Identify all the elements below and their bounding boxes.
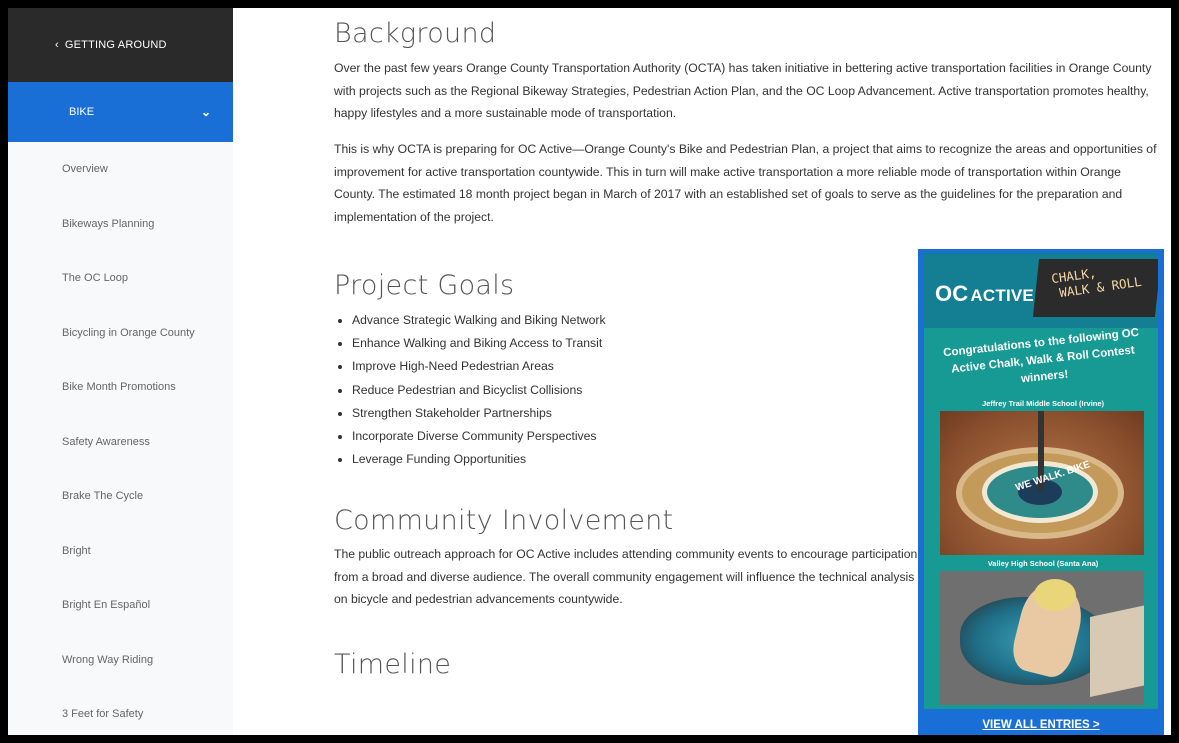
winner-photo-1: WE WALK. BIKE <box>940 411 1144 555</box>
community-involvement-heading: Community Involvement <box>334 505 674 536</box>
list-item: Incorporate Diverse Community Perspectiv… <box>352 425 606 448</box>
sidebar-nav: Overview Bikeways Planning The OC Loop B… <box>8 142 233 735</box>
back-link-getting-around[interactable]: ‹ GETTING AROUND <box>8 8 233 82</box>
sidebar-item-bright[interactable]: Bright <box>8 524 233 579</box>
sidebar-section-bike[interactable]: BIKE ⌄ <box>8 82 233 142</box>
winner-photo-2 <box>940 571 1144 705</box>
congrats-text: Congratulations to the following OC Acti… <box>942 326 1140 386</box>
project-goals-list: Advance Strategic Walking and Biking Net… <box>352 309 606 471</box>
page-frame: ‹ GETTING AROUND BIKE ⌄ Overview Bikeway… <box>8 8 1171 735</box>
sidebar-item-wrong-way-riding[interactable]: Wrong Way Riding <box>8 633 233 688</box>
sidebar-item-bikeways-planning[interactable]: Bikeways Planning <box>8 197 233 252</box>
promo-banner[interactable]: OC ACTIVE CHALK, WALK & ROLL Congratulati… <box>918 249 1164 735</box>
winner-school-2: Valley High School (Santa Ana) <box>987 559 1099 568</box>
background-paragraph-2: This is why OCTA is preparing for OC Act… <box>334 142 1157 224</box>
list-item: Leverage Funding Opportunities <box>352 448 606 471</box>
list-item: Improve High-Need Pedestrian Areas <box>352 355 606 378</box>
back-link-label: GETTING AROUND <box>64 39 167 51</box>
sidebar-item-bicycling-orange-county[interactable]: Bicycling in Orange County <box>8 306 233 361</box>
sidebar: ‹ GETTING AROUND BIKE ⌄ Overview Bikeway… <box>8 8 233 735</box>
promo-panel: OC ACTIVE CHALK, WALK & ROLL Congratulati… <box>924 253 1158 709</box>
list-item: Enhance Walking and Biking Access to Tra… <box>352 332 606 355</box>
community-involvement-paragraph: The public outreach approach for OC Acti… <box>334 547 918 606</box>
sidebar-item-oc-loop[interactable]: The OC Loop <box>8 251 233 306</box>
background-paragraph-1: Over the past few years Orange County Tr… <box>334 61 1152 120</box>
sidebar-item-overview[interactable]: Overview <box>8 142 233 197</box>
chevron-down-icon: ⌄ <box>200 105 211 119</box>
project-goals-heading: Project Goals <box>334 270 515 301</box>
sidebar-item-bright-espanol[interactable]: Bright En Español <box>8 578 233 633</box>
sidebar-item-3-feet-for-safety[interactable]: 3 Feet for Safety <box>8 687 233 735</box>
view-all-entries-link[interactable]: VIEW ALL ENTRIES > <box>918 719 1164 731</box>
promo-header: OC ACTIVE CHALK, WALK & ROLL <box>924 253 1158 328</box>
section-label: BIKE <box>69 106 95 118</box>
list-item: Strengthen Stakeholder Partnerships <box>352 402 606 425</box>
list-item: Advance Strategic Walking and Biking Net… <box>352 309 606 332</box>
sidebar-item-brake-the-cycle[interactable]: Brake The Cycle <box>8 469 233 524</box>
oc-active-logo: OC ACTIVE <box>935 281 1034 306</box>
winner-school-1: Jeffrey Trail Middle School (Irvine) <box>981 399 1105 408</box>
sidebar-item-safety-awareness[interactable]: Safety Awareness <box>8 415 233 470</box>
timeline-heading: Timeline <box>334 649 452 680</box>
background-heading: Background <box>334 18 497 49</box>
sidebar-item-bike-month-promotions[interactable]: Bike Month Promotions <box>8 360 233 415</box>
chevron-left-icon: ‹ <box>55 39 59 51</box>
list-item: Reduce Pedestrian and Bicyclist Collisio… <box>352 379 606 402</box>
